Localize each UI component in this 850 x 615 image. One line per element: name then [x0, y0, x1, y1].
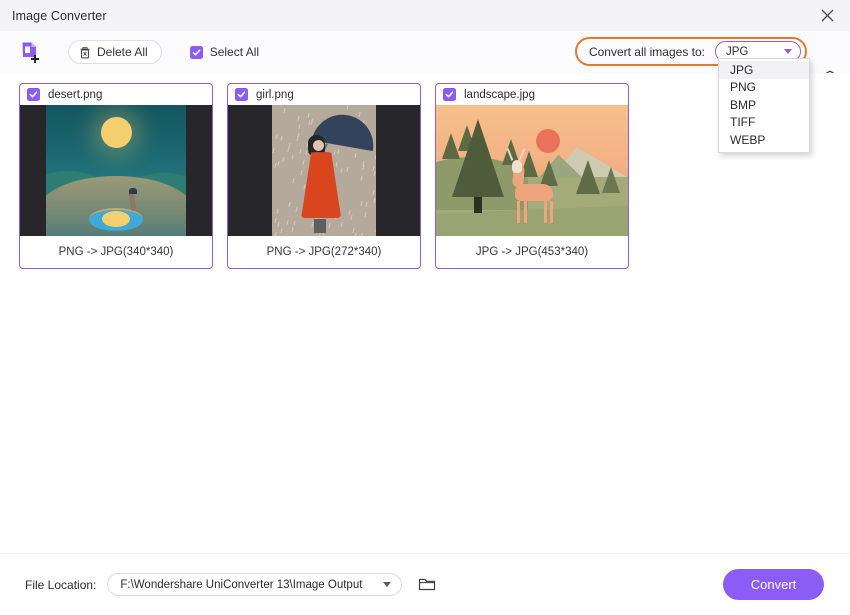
- delete-all-label: Delete All: [97, 45, 148, 59]
- trash-icon: [79, 46, 91, 59]
- card-header: desert.png: [20, 84, 212, 105]
- image-card[interactable]: girl.png PNG -> JPG(272*340): [227, 83, 421, 269]
- card-header: landscape.jpg: [436, 84, 628, 105]
- delete-all-button[interactable]: Delete All: [68, 40, 162, 64]
- chevron-down-icon: [784, 49, 792, 54]
- card-conversion-text: PNG -> JPG(340*340): [20, 236, 212, 268]
- file-location-value: F:\Wondershare UniConverter 13\Image Out…: [120, 579, 362, 591]
- dropdown-option-webp[interactable]: WEBP: [719, 131, 809, 149]
- add-file-button[interactable]: [16, 37, 46, 67]
- card-thumbnail: [228, 105, 420, 236]
- convert-all-images-label: Convert all images to:: [589, 45, 705, 59]
- convert-button[interactable]: Convert: [723, 569, 824, 600]
- card-file-name: desert.png: [48, 89, 102, 101]
- card-conversion-text: PNG -> JPG(272*340): [228, 236, 420, 268]
- card-header: girl.png: [228, 84, 420, 105]
- card-thumbnail: [436, 105, 628, 236]
- browse-folder-button[interactable]: [418, 576, 436, 594]
- add-file-icon: [19, 40, 43, 64]
- format-dropdown-menu[interactable]: JPG PNG BMP TIFF WEBP: [718, 58, 810, 153]
- card-conversion-text: JPG -> JPG(453*340): [436, 236, 628, 268]
- card-thumbnail: [20, 105, 212, 236]
- dropdown-option-tiff[interactable]: TIFF: [719, 114, 809, 132]
- card-checkbox[interactable]: [27, 88, 40, 101]
- check-icon: [445, 90, 454, 99]
- dropdown-option-png[interactable]: PNG: [719, 79, 809, 97]
- image-card[interactable]: desert.png PNG -> JPG(340*340): [19, 83, 213, 269]
- check-icon: [192, 48, 201, 57]
- select-all-checkbox[interactable]: Select All: [190, 45, 259, 59]
- close-icon: [821, 9, 834, 22]
- select-all-label: Select All: [210, 45, 259, 59]
- output-format-value: JPG: [726, 46, 748, 58]
- dropdown-option-jpg[interactable]: JPG: [719, 61, 809, 79]
- close-window-button[interactable]: [804, 0, 850, 31]
- file-location-label: File Location:: [25, 578, 96, 592]
- desert-artwork: [20, 105, 212, 236]
- card-file-name: landscape.jpg: [464, 89, 535, 101]
- title-bar: Image Converter: [0, 0, 850, 31]
- girl-artwork: [228, 105, 420, 236]
- check-icon: [237, 90, 246, 99]
- image-card[interactable]: landscape.jpg JPG -> JPG(453*340): [435, 83, 629, 269]
- chevron-down-icon: [383, 582, 391, 587]
- landscape-artwork: [436, 105, 628, 236]
- card-checkbox[interactable]: [235, 88, 248, 101]
- image-converter-window: Image Converter Delete All Select All Co…: [0, 0, 850, 615]
- card-file-name: girl.png: [256, 89, 294, 101]
- check-icon: [29, 90, 38, 99]
- file-location-select[interactable]: F:\Wondershare UniConverter 13\Image Out…: [107, 573, 402, 596]
- checkbox-checked: [190, 46, 203, 59]
- dropdown-option-bmp[interactable]: BMP: [719, 96, 809, 114]
- window-title: Image Converter: [12, 9, 107, 23]
- card-checkbox[interactable]: [443, 88, 456, 101]
- footer-bar: File Location: F:\Wondershare UniConvert…: [0, 553, 850, 615]
- folder-icon: [418, 576, 436, 592]
